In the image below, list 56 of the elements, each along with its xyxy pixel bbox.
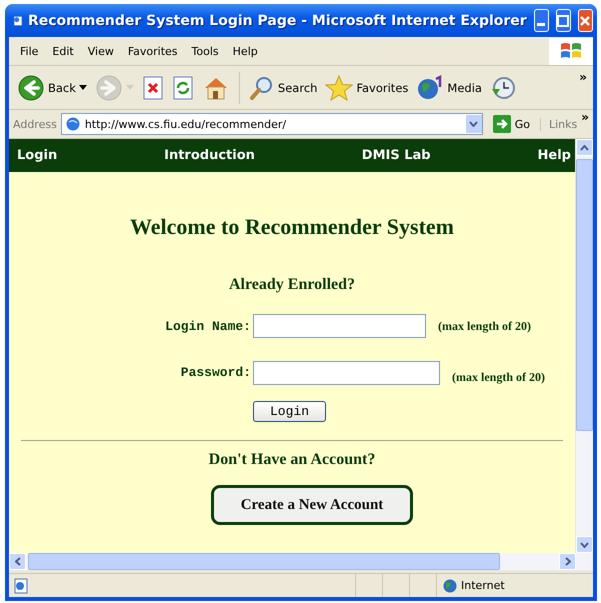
input-field[interactable] [253,360,440,384]
create-account-button[interactable]: Create a New Account [211,485,413,525]
toolbar-label[interactable]: Favorites [356,80,408,94]
search-icon[interactable] [248,74,275,100]
scroll-right-icon[interactable] [564,557,570,566]
maximize-button[interactable] [556,9,571,32]
menu-item[interactable]: Favorites [120,42,185,60]
field-label: Login Name: [165,318,251,334]
length-hint: (max length of 20) [438,318,531,334]
menu-item[interactable]: Edit [45,42,81,60]
more-chevron[interactable]: » [581,110,589,124]
close-icon [579,14,592,26]
flag-logo-icon [549,38,593,64]
zone-label: Internet [461,579,505,592]
toolbar-label[interactable]: Search [278,80,318,94]
menu-item[interactable]: File [13,42,46,60]
scroll-left-icon[interactable] [14,557,20,566]
links-label[interactable]: Links [540,118,578,130]
refresh-icon[interactable] [172,76,194,100]
address-field[interactable]: http://www.cs.fiu.edu/recommender/ [60,113,483,135]
stop-icon[interactable] [142,76,164,100]
login-button[interactable]: Login [253,401,326,422]
page-icon [64,116,81,132]
toolbar-label[interactable]: Back [48,80,76,94]
history-icon[interactable] [490,74,516,100]
page-icon [13,578,29,594]
scroll-down-icon[interactable] [580,542,589,548]
vertical-scrollbar[interactable] [575,139,593,553]
scroll-up-icon[interactable] [580,144,589,150]
input-field[interactable] [253,314,426,338]
minimize-button[interactable] [534,9,549,32]
menu-item[interactable]: Tools [184,42,226,60]
nav-link[interactable]: Help [538,148,571,163]
menu-item[interactable]: View [80,42,121,60]
maximize-icon [557,14,570,26]
section-title: Already Enrolled? [228,276,356,294]
menu-item[interactable]: Help [226,42,265,60]
page-heading: Welcome to Recommender System [130,214,454,240]
nav-link[interactable]: Login [17,148,58,163]
length-hint: (max length of 20) [452,370,545,385]
minimize-icon [537,23,546,26]
nav-link[interactable]: Introduction [164,148,255,163]
go-button[interactable]: Go [486,115,536,133]
nav-link[interactable]: DMIS Lab [362,148,431,163]
window-title: Recommender System Login Page - Microsoft Internet Explorer [28,12,527,28]
section-title: Don't Have an Account? [208,451,376,469]
more-chevron[interactable]: » [579,66,587,84]
field-label: Password: [180,365,251,380]
horizontal-scrollbar[interactable] [9,553,576,570]
globe-icon [443,578,457,592]
close-button[interactable] [578,9,593,32]
globe-icon[interactable] [416,74,444,100]
toolbar-label[interactable]: Media [447,80,482,94]
address-label: Address [13,118,57,130]
dropdown-caret-icon[interactable] [78,84,87,90]
star-icon[interactable] [325,74,354,100]
